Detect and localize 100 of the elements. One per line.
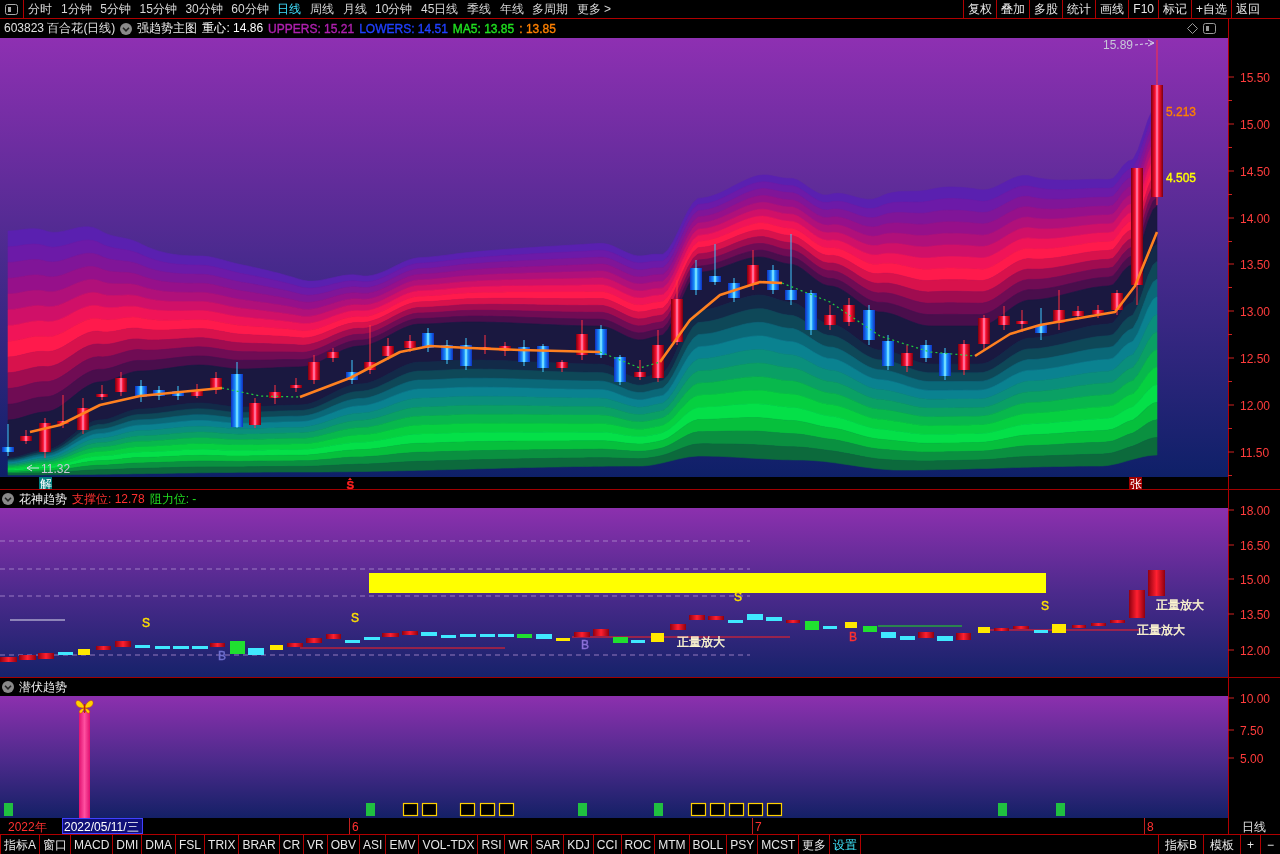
collapse-icon[interactable] [2, 681, 14, 693]
indicator-tab[interactable]: ROC [621, 835, 656, 854]
collapse-icon[interactable] [120, 22, 133, 35]
indicator-tab[interactable]: VOL-TDX [419, 835, 479, 854]
panel-toggle-icon[interactable] [5, 3, 18, 15]
axis-label: 5.00 [1240, 751, 1264, 766]
indicator-tab[interactable]: VR [304, 835, 328, 854]
outlined-square-marker [479, 802, 496, 817]
panel-toggle-icon[interactable] [1203, 23, 1216, 34]
indicator-tab[interactable]: KDJ [564, 835, 594, 854]
indicator-readout: UPPERS: 15.21 [268, 21, 355, 36]
indicator-readout: 重心: 14.86 [202, 20, 264, 37]
period-tab[interactable]: 更多 > [572, 0, 616, 18]
cursor-date-label: 2022/05/11/三 [62, 818, 143, 834]
indicator-tab[interactable]: SAR [532, 835, 565, 854]
indicator-tab[interactable]: DMI [113, 835, 143, 854]
outlined-square-marker [459, 802, 476, 817]
toolbar-button[interactable]: − [1260, 835, 1280, 854]
filled-square-marker [654, 803, 663, 816]
indicator-tab[interactable]: 指标A [0, 835, 40, 854]
indicator-tab[interactable]: BOLL [689, 835, 728, 854]
up-triangle-icon [348, 477, 352, 480]
price-level-label: 5.213 [1166, 105, 1197, 119]
toolbar-button[interactable]: 复权 [963, 0, 997, 18]
indicator-tab[interactable]: CR [279, 835, 305, 854]
indicator-tab[interactable]: TRIX [205, 835, 240, 854]
outlined-square-marker [728, 802, 745, 817]
toolbar-button[interactable]: 多股 [1029, 0, 1063, 18]
indicator-readout: MA5: 13.85 [452, 21, 515, 36]
toolbar-button[interactable]: 返回 [1231, 0, 1264, 18]
indicator-tab[interactable]: WR [505, 835, 533, 854]
indicator-tab[interactable]: 更多 [799, 835, 831, 854]
period-tab[interactable]: 周线 [305, 0, 339, 18]
outlined-square-marker [709, 802, 726, 817]
toolbar-button[interactable]: + [1239, 835, 1260, 854]
period-tab[interactable]: 60分钟 [227, 0, 273, 18]
indicator-tab[interactable]: DMA [142, 835, 177, 854]
toolbar-button[interactable]: 标记 [1158, 0, 1191, 18]
toolbar-button[interactable]: 指标B [1157, 835, 1203, 854]
period-tab[interactable]: 10分钟 [370, 0, 417, 18]
month-label: 7 [755, 820, 762, 834]
indicator-tab[interactable]: FSL [176, 835, 206, 854]
low-price-label: 11.32 [41, 462, 71, 476]
signal-badge: 解 [39, 476, 52, 489]
signal-mark: 正量放大 [1156, 598, 1204, 612]
toolbar-button[interactable]: 统计 [1062, 0, 1096, 18]
axis-label: 7.50 [1240, 723, 1264, 738]
outlined-square-marker [498, 802, 515, 817]
indicator-tab[interactable]: MCST [758, 835, 800, 854]
diamond-icon[interactable] [1187, 23, 1198, 34]
axis-label: 13.50 [1240, 257, 1271, 272]
outlined-square-marker [766, 802, 783, 817]
period-tab[interactable]: 45日线 [416, 0, 463, 18]
support-readout: 支撑位: 12.78 [72, 490, 145, 508]
month-label: 8 [1147, 820, 1154, 834]
pointer-arrow [26, 464, 40, 472]
price-level-label: 4.505 [1166, 171, 1197, 185]
period-tab[interactable]: 月线 [338, 0, 371, 18]
outlined-square-marker [747, 802, 764, 817]
indicator-tab[interactable]: OBV [327, 835, 361, 854]
period-tab[interactable]: 季线 [462, 0, 496, 18]
period-tab[interactable]: 年线 [495, 0, 528, 18]
axis-label: 12.50 [1240, 351, 1271, 366]
period-tab[interactable]: 多周期 [527, 0, 573, 18]
axis-label: 15.00 [1240, 117, 1271, 132]
indicator-tab[interactable]: RSI [478, 835, 506, 854]
period-tab[interactable]: 1分钟 [56, 0, 96, 18]
toolbar-button[interactable]: +自选 [1191, 0, 1231, 18]
indicator-tab[interactable]: EMV [386, 835, 420, 854]
period-label: 日线 [1242, 820, 1266, 834]
signal-mark: S [346, 479, 355, 489]
filled-square-marker [366, 803, 375, 816]
signal-mark: 正量放大 [1137, 623, 1185, 637]
toolbar-button[interactable]: 画线 [1095, 0, 1129, 18]
indicator-tab[interactable]: PSY [727, 835, 759, 854]
axis-label: 15.00 [1240, 572, 1271, 587]
period-tab[interactable]: 分时 [24, 0, 57, 18]
indicator-tab[interactable]: 窗口 [40, 835, 71, 854]
indicator-name: 强趋势主图 [137, 20, 198, 37]
indicator-tab[interactable]: MACD [71, 835, 114, 854]
collapse-icon[interactable] [2, 493, 14, 505]
toolbar-button[interactable]: 模板 [1202, 835, 1240, 854]
period-tab[interactable]: 5分钟 [95, 0, 136, 18]
period-tab[interactable]: 15分钟 [135, 0, 182, 18]
high-price-label: 15.89 [1103, 38, 1134, 52]
period-tab[interactable]: 日线 [273, 0, 306, 18]
indicator-tab[interactable]: ASI [360, 835, 387, 854]
filled-square-marker [578, 803, 587, 816]
settings-button[interactable]: 设置 [830, 835, 862, 854]
pointer-arrow [1134, 39, 1155, 47]
axis-label: 14.50 [1240, 164, 1271, 179]
indicator-readout: : 13.85 [519, 21, 556, 36]
indicator-tab[interactable]: CCI [593, 835, 622, 854]
toolbar-button[interactable]: F10 [1128, 0, 1158, 18]
outlined-square-marker [690, 802, 707, 817]
toolbar-button[interactable]: 叠加 [996, 0, 1030, 18]
signal-mark: B [218, 649, 226, 663]
indicator-tab[interactable]: BRAR [239, 835, 280, 854]
period-tab[interactable]: 30分钟 [181, 0, 228, 18]
indicator-tab[interactable]: MTM [655, 835, 690, 854]
